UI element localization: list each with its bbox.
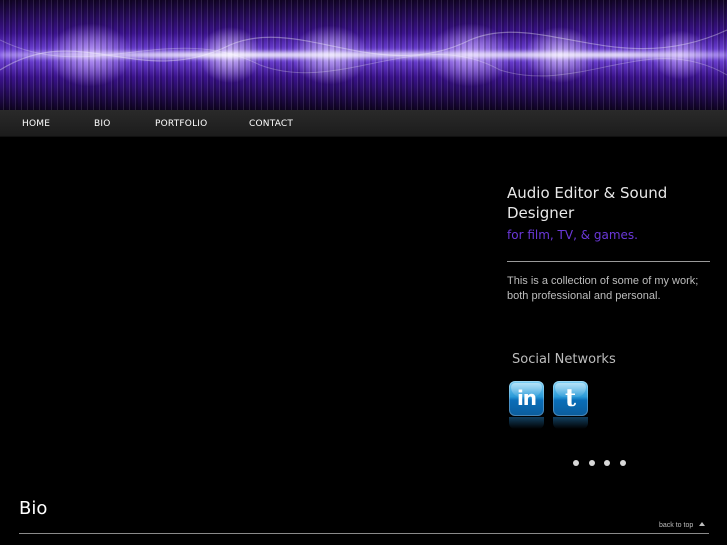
slider-dot-4[interactable]	[620, 460, 626, 466]
nav-bio[interactable]: BIO	[94, 110, 111, 137]
bio-section-title: Bio	[19, 498, 48, 519]
slider-dot-1[interactable]	[573, 460, 579, 466]
twitter-icon[interactable]: t	[553, 381, 588, 429]
intro-text: This is a collection of some of my work;…	[507, 275, 699, 302]
waveform-curves	[0, 29, 727, 77]
linkedin-glyph: in	[516, 386, 537, 410]
back-to-top-label: back to top	[659, 522, 694, 529]
page: HOME BIO PORTFOLIO CONTACT Audio Editor …	[0, 0, 727, 545]
main-nav: HOME BIO PORTFOLIO CONTACT	[0, 110, 727, 137]
header-banner	[0, 0, 727, 110]
back-to-top-link[interactable]: back to top	[659, 521, 706, 531]
nav-portfolio[interactable]: PORTFOLIO	[155, 110, 207, 137]
bio-divider	[19, 533, 709, 534]
headline-divider	[507, 261, 710, 262]
linkedin-icon-reflection	[509, 417, 544, 429]
social-networks-heading: Social Networks	[512, 352, 616, 367]
slider-dot-2[interactable]	[589, 460, 595, 466]
nav-contact[interactable]: CONTACT	[249, 110, 293, 137]
page-subheadline: for film, TV, & games.	[507, 228, 638, 242]
page-headline: Audio Editor & Sound Designer	[507, 184, 668, 222]
twitter-glyph: t	[564, 383, 577, 412]
twitter-icon-reflection	[553, 417, 588, 429]
nav-home[interactable]: HOME	[22, 110, 50, 137]
slider-dot-3[interactable]	[604, 460, 610, 466]
arrow-up-icon	[699, 522, 706, 526]
linkedin-icon[interactable]: in	[509, 381, 544, 429]
